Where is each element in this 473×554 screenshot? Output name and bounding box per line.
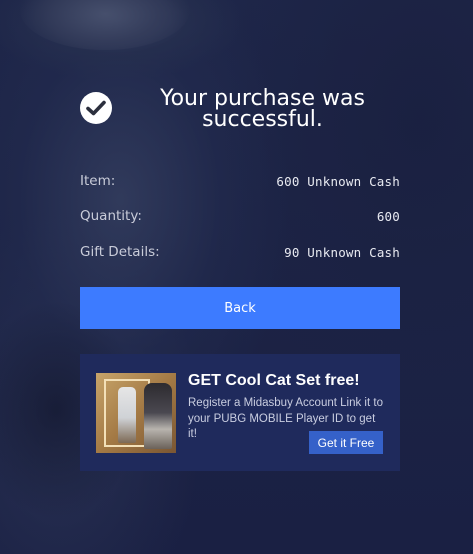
detail-label: Gift Details:: [80, 244, 160, 260]
detail-label: Quantity:: [80, 208, 142, 224]
detail-row-item: Item: 600 Unknown Cash: [80, 171, 400, 191]
promo-banner: GET Cool Cat Set free! Register a Midasb…: [80, 354, 400, 471]
detail-row-quantity: Quantity: 600: [80, 206, 400, 226]
thumb-outfit: [118, 387, 136, 443]
detail-label: Item:: [80, 173, 116, 189]
back-button[interactable]: Back: [80, 287, 400, 329]
check-circle-icon: [80, 92, 112, 124]
promo-title: GET Cool Cat Set free!: [188, 372, 360, 389]
detail-row-gift: Gift Details: 90 Unknown Cash: [80, 242, 400, 262]
success-title: Your purchase was successful.: [160, 86, 365, 132]
detail-value: 600: [376, 208, 400, 224]
cool-cat-set-image: [96, 373, 176, 453]
detail-value: 90 Unknown Cash: [284, 244, 400, 260]
get-it-free-button[interactable]: Get it Free: [309, 431, 383, 454]
thumb-character: [144, 383, 172, 449]
detail-value: 600 Unknown Cash: [276, 173, 400, 189]
